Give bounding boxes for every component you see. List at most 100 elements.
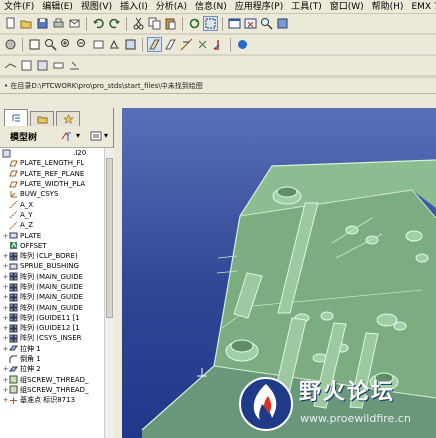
tree-item[interactable]: + 阵列 (MAIN_GUIDE — [0, 292, 104, 302]
pattern-icon — [9, 313, 18, 322]
extrude-icon — [9, 365, 18, 374]
model-display-icon[interactable] — [235, 37, 250, 52]
axis-icon[interactable] — [43, 37, 58, 52]
tree-item[interactable]: PLATE_WIDTH_PLA — [0, 179, 104, 189]
tree-item[interactable]: + PLATE — [0, 230, 104, 240]
undo-icon[interactable] — [91, 16, 106, 31]
datum-plane-display-icon[interactable] — [3, 58, 18, 73]
tree-item[interactable]: + 组SCREW_THREAD_ — [0, 375, 104, 385]
tree-scrollbar[interactable] — [104, 148, 114, 438]
tree-item[interactable]: + 组SCREW_THREAD_ — [0, 385, 104, 395]
close-window-icon[interactable] — [243, 16, 258, 31]
select-filter-icon[interactable] — [203, 16, 218, 31]
tab-model-tree[interactable] — [4, 109, 28, 126]
sketch-icon[interactable] — [3, 37, 18, 52]
menu-emx[interactable]: EMX 7 — [407, 0, 436, 14]
saved-views-icon[interactable] — [179, 37, 194, 52]
appearance-icon[interactable] — [211, 37, 226, 52]
scrollbar-thumb[interactable] — [106, 158, 113, 318]
tree-item[interactable]: + 阵列 (CLP_BORE) — [0, 251, 104, 261]
expand-icon[interactable]: + — [2, 282, 9, 292]
csys-display-icon[interactable] — [51, 58, 66, 73]
paste-icon[interactable] — [163, 16, 178, 31]
offset-icon — [9, 241, 18, 250]
datum-axis-display-icon[interactable] — [19, 58, 34, 73]
plane-icon[interactable] — [27, 37, 42, 52]
expand-icon[interactable]: + — [2, 261, 9, 271]
save-icon[interactable] — [35, 16, 50, 31]
tree-item[interactable]: PLATE_REF_PLANE — [0, 169, 104, 179]
zoom-icon[interactable] — [259, 16, 274, 31]
tree-item[interactable]: + 阵列 (MAIN_GUIDE — [0, 302, 104, 312]
menu-insert[interactable]: 插入(I) — [116, 0, 152, 14]
new-icon[interactable] — [3, 16, 18, 31]
open-icon[interactable] — [19, 16, 34, 31]
datum-plane-icon — [9, 180, 18, 189]
chevron-down-icon[interactable]: ▾ — [98, 128, 114, 143]
expand-icon[interactable]: + — [2, 395, 9, 405]
expand-icon[interactable]: + — [2, 231, 9, 241]
orient-icon[interactable] — [163, 37, 178, 52]
menu-view[interactable]: 视图(V) — [77, 0, 116, 14]
menu-help[interactable]: 帮助(H) — [368, 0, 408, 14]
expand-icon[interactable]: + — [2, 292, 9, 302]
zoom-out-icon[interactable] — [123, 37, 138, 52]
tree-item[interactable]: + 阵列 (CSYS_INSER — [0, 333, 104, 343]
spin-icon[interactable] — [91, 37, 106, 52]
tree-item[interactable]: + 阵列 (GUIDE12 [1 — [0, 323, 104, 333]
zoom-in-icon[interactable] — [107, 37, 122, 52]
tab-folder-browser[interactable] — [30, 111, 54, 126]
panel-splitter[interactable] — [114, 108, 122, 438]
copy-icon[interactable] — [147, 16, 162, 31]
tree-item[interactable]: 倒角 1 — [0, 354, 104, 364]
refit-icon[interactable] — [147, 37, 162, 52]
expand-icon[interactable]: + — [2, 344, 9, 354]
expand-icon[interactable]: + — [2, 313, 9, 323]
redo-icon[interactable] — [107, 16, 122, 31]
csys-icon[interactable] — [75, 37, 90, 52]
expand-icon[interactable]: + — [2, 323, 9, 333]
tree-item[interactable]: + 阵列 (MAIN_GUIDE — [0, 272, 104, 282]
tree-item[interactable]: + 基准点 标识8713 — [0, 395, 104, 405]
menu-info[interactable]: 信息(N) — [191, 0, 231, 14]
tree-item[interactable]: + 拉伸 1 — [0, 344, 104, 354]
tree-item[interactable]: A_Z — [0, 220, 104, 230]
datum-plane-icon — [9, 159, 18, 168]
datum-point-display-icon[interactable] — [35, 58, 50, 73]
shading-icon[interactable] — [275, 16, 290, 31]
tree-item[interactable]: A_X — [0, 199, 104, 209]
expand-icon[interactable]: + — [2, 333, 9, 343]
print-icon[interactable] — [51, 16, 66, 31]
tree-item[interactable]: OFFSET — [0, 241, 104, 251]
tree-item[interactable]: + SPRUE_BUSHING — [0, 261, 104, 271]
tree-root[interactable]: .I20 — [0, 148, 104, 158]
tree-item[interactable]: BUW_CSYS — [0, 189, 104, 199]
chevron-down-icon[interactable]: ▾ — [70, 128, 86, 143]
expand-icon[interactable]: + — [2, 251, 9, 261]
menu-file[interactable]: 文件(F) — [0, 0, 38, 14]
menu-window[interactable]: 窗口(W) — [326, 0, 368, 14]
menu-applications[interactable]: 应用程序(P) — [231, 0, 287, 14]
expand-icon[interactable]: + — [2, 375, 9, 385]
email-icon[interactable] — [67, 16, 82, 31]
tree-item[interactable]: + 拉伸 2 — [0, 364, 104, 374]
point-icon[interactable] — [59, 37, 74, 52]
layers-icon[interactable] — [195, 37, 210, 52]
menu-tools[interactable]: 工具(T) — [287, 0, 326, 14]
window-icon[interactable] — [227, 16, 242, 31]
expand-icon[interactable]: + — [2, 385, 9, 395]
tree-item[interactable]: A_Y — [0, 210, 104, 220]
menu-analysis[interactable]: 分析(A) — [152, 0, 191, 14]
expand-icon[interactable]: + — [2, 272, 9, 282]
expand-icon[interactable]: + — [2, 303, 9, 313]
tree-item[interactable]: + 阵列 (MAIN_GUIDE — [0, 282, 104, 292]
menu-edit[interactable]: 编辑(E) — [38, 0, 77, 14]
annotation-display-icon[interactable] — [67, 58, 82, 73]
tree-item[interactable]: PLATE_LENGTH_FL — [0, 158, 104, 168]
navigator-tabs — [0, 108, 113, 126]
tree-item[interactable]: + 阵列 (GUIDE11 [1 — [0, 313, 104, 323]
regenerate-icon[interactable] — [187, 16, 202, 31]
cut-icon[interactable] — [131, 16, 146, 31]
expand-icon[interactable]: + — [2, 364, 9, 374]
tab-favorites[interactable] — [56, 111, 80, 126]
